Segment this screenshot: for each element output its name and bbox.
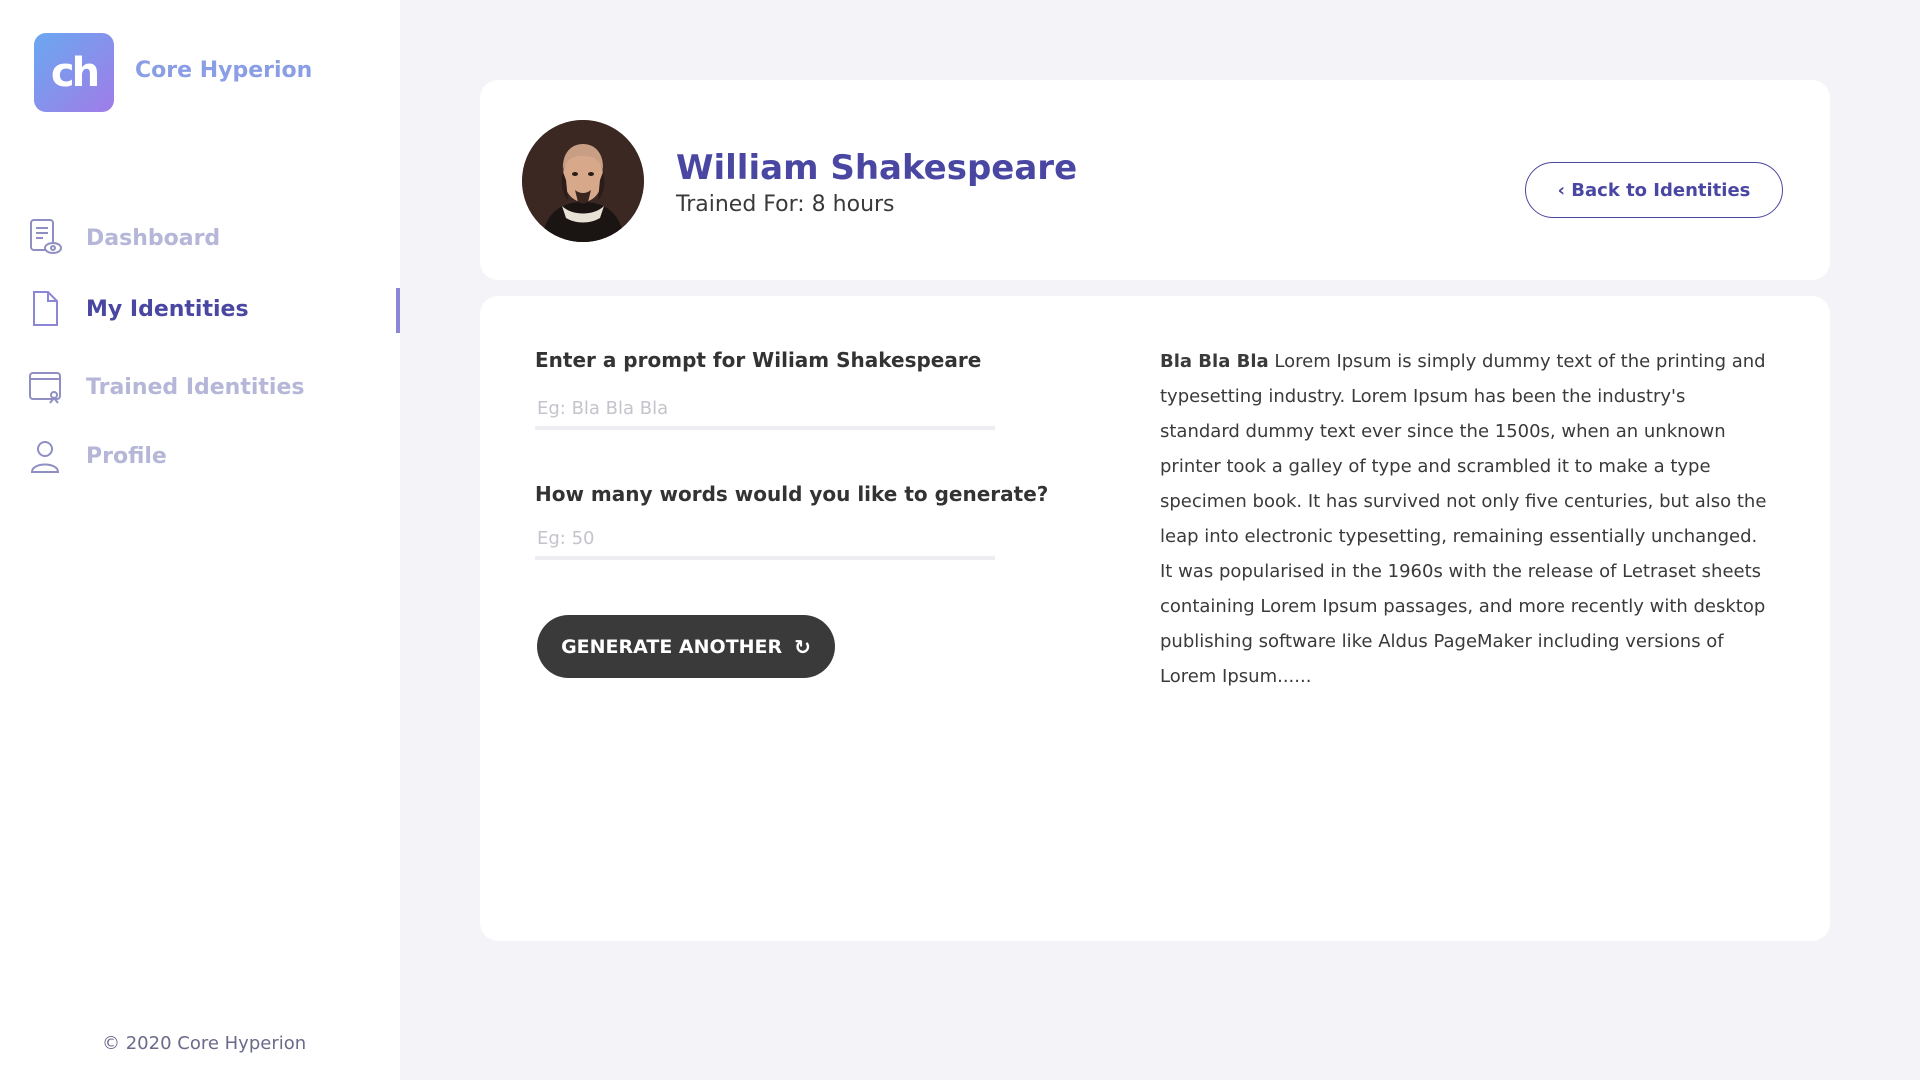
- sidebar: ch Core Hyperion Dashboard My Identities: [0, 0, 400, 1080]
- generate-button-label: GENERATE ANOTHER: [561, 635, 783, 658]
- trained-icon: [28, 367, 62, 407]
- prompt-input[interactable]: [535, 390, 995, 430]
- active-indicator: [396, 288, 400, 333]
- dashboard-icon: [28, 218, 62, 258]
- identity-name: William Shakespeare: [676, 148, 1078, 188]
- output-body: Lorem Ipsum is simply dummy text of the …: [1160, 351, 1767, 687]
- word-count-label: How many words would you like to generat…: [535, 482, 1049, 506]
- sidebar-item-dashboard[interactable]: Dashboard: [28, 216, 400, 260]
- user-icon: [28, 436, 62, 476]
- identity-header-card: William Shakespeare Trained For: 8 hours…: [480, 80, 1830, 280]
- logo-text: ch: [50, 49, 100, 96]
- copyright: © 2020 Core Hyperion: [102, 1033, 307, 1054]
- avatar: [522, 120, 644, 242]
- logo-icon[interactable]: ch: [34, 33, 114, 112]
- generated-output: Bla Bla Bla Lorem Ipsum is simply dummy …: [1160, 344, 1770, 694]
- generate-another-button[interactable]: GENERATE ANOTHER ↻: [537, 615, 835, 678]
- document-icon: [28, 289, 62, 329]
- sidebar-item-label: Profile: [86, 443, 167, 469]
- generation-card: Enter a prompt for Wiliam Shakespeare Ho…: [480, 296, 1830, 941]
- word-count-input[interactable]: [535, 520, 995, 560]
- output-lead: Bla Bla Bla: [1160, 351, 1269, 372]
- back-to-identities-button[interactable]: ‹ Back to Identities: [1525, 162, 1783, 218]
- sidebar-item-label: Dashboard: [86, 225, 221, 251]
- sidebar-item-my-identities[interactable]: My Identities: [28, 287, 400, 331]
- sidebar-item-label: Trained Identities: [86, 374, 305, 400]
- refresh-icon: ↻: [794, 634, 811, 659]
- sidebar-item-trained-identities[interactable]: Trained Identities: [28, 365, 400, 409]
- sidebar-item-profile[interactable]: Profile: [28, 434, 400, 478]
- prompt-label: Enter a prompt for Wiliam Shakespeare: [535, 348, 982, 372]
- sidebar-item-label: My Identities: [86, 296, 249, 322]
- portrait-image: [522, 120, 644, 242]
- trained-duration: Trained For: 8 hours: [676, 192, 895, 217]
- brand-name[interactable]: Core Hyperion: [135, 58, 312, 83]
